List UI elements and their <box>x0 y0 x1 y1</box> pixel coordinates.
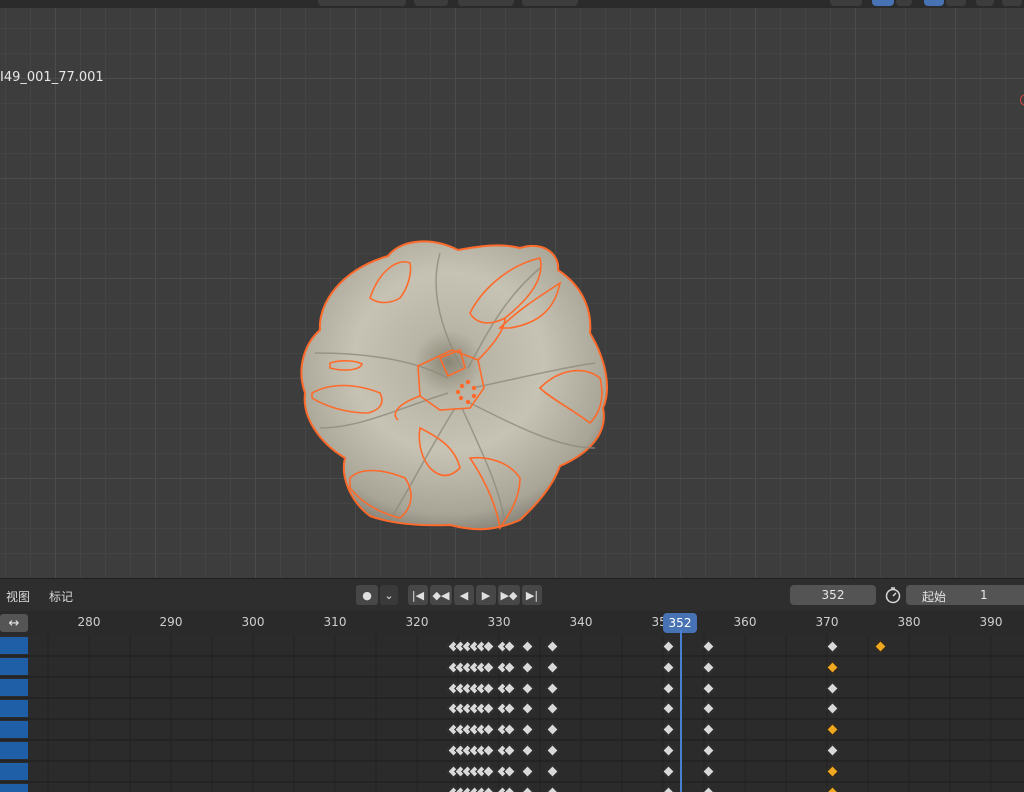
timeline-ruler[interactable]: ↔ 280 290 300 310 320 330 340 350 360 37… <box>0 611 1024 635</box>
prev-keyframe-button[interactable]: ◆◀ <box>430 585 452 605</box>
menu-view[interactable]: 视图 <box>6 588 30 605</box>
header-gizmo-dropdown[interactable] <box>896 0 912 6</box>
tick-label: 300 <box>241 615 265 629</box>
top-header-bar <box>0 0 1024 8</box>
header-xray-toggle[interactable] <box>976 0 994 6</box>
play-button[interactable]: ▶ <box>476 585 496 605</box>
header-pivot-button[interactable] <box>414 0 448 6</box>
3d-viewport[interactable]: I49_001_77.001 <box>0 8 1024 578</box>
start-frame-value: 1 <box>980 588 988 602</box>
tick-label: 330 <box>487 615 511 629</box>
tick-label: 340 <box>569 615 593 629</box>
next-keyframe-button[interactable]: ▶◆ <box>498 585 520 605</box>
current-frame-field[interactable]: 352 <box>790 585 876 605</box>
jump-end-button[interactable]: ▶| <box>522 585 542 605</box>
play-reverse-button[interactable]: ◀ <box>454 585 474 605</box>
playhead-line[interactable] <box>680 630 682 792</box>
swap-arrows-icon[interactable]: ↔ <box>0 614 28 632</box>
tick-label: 390 <box>979 615 1003 629</box>
tick-label: 380 <box>897 615 921 629</box>
start-frame-field[interactable]: 起始 1 <box>906 585 1024 605</box>
record-button[interactable]: ● <box>356 585 378 605</box>
stopwatch-icon[interactable] <box>883 585 903 605</box>
tick-label: 360 <box>733 615 757 629</box>
header-overlay-toggle[interactable] <box>924 0 944 6</box>
header-overlay-menu[interactable] <box>946 0 966 6</box>
menu-markers[interactable]: 标记 <box>49 588 73 605</box>
header-overlay-dropdown[interactable] <box>830 0 862 6</box>
start-frame-label: 起始 <box>922 590 947 604</box>
header-dropdown-orientation[interactable] <box>318 0 406 6</box>
header-proportional-button[interactable] <box>522 0 578 6</box>
record-menu-button[interactable]: ⌄ <box>380 585 398 605</box>
header-snap-button[interactable] <box>458 0 514 6</box>
header-shading-solid[interactable] <box>1002 0 1022 6</box>
tick-label: 280 <box>77 615 101 629</box>
tick-label: 310 <box>323 615 347 629</box>
jump-start-button[interactable]: |◀ <box>408 585 428 605</box>
timeline-header: 视图 标记 ● ⌄ |◀ ◆◀ ◀ ▶ ▶◆ ▶| 352 起始 1 <box>0 578 1024 611</box>
tick-label: 370 <box>815 615 839 629</box>
tick-label: 320 <box>405 615 429 629</box>
keyframe-tracks[interactable] <box>0 635 1024 792</box>
header-gizmo-toggle[interactable] <box>872 0 894 6</box>
pumpkin-mesh[interactable] <box>0 8 1024 578</box>
tick-label: 290 <box>159 615 183 629</box>
